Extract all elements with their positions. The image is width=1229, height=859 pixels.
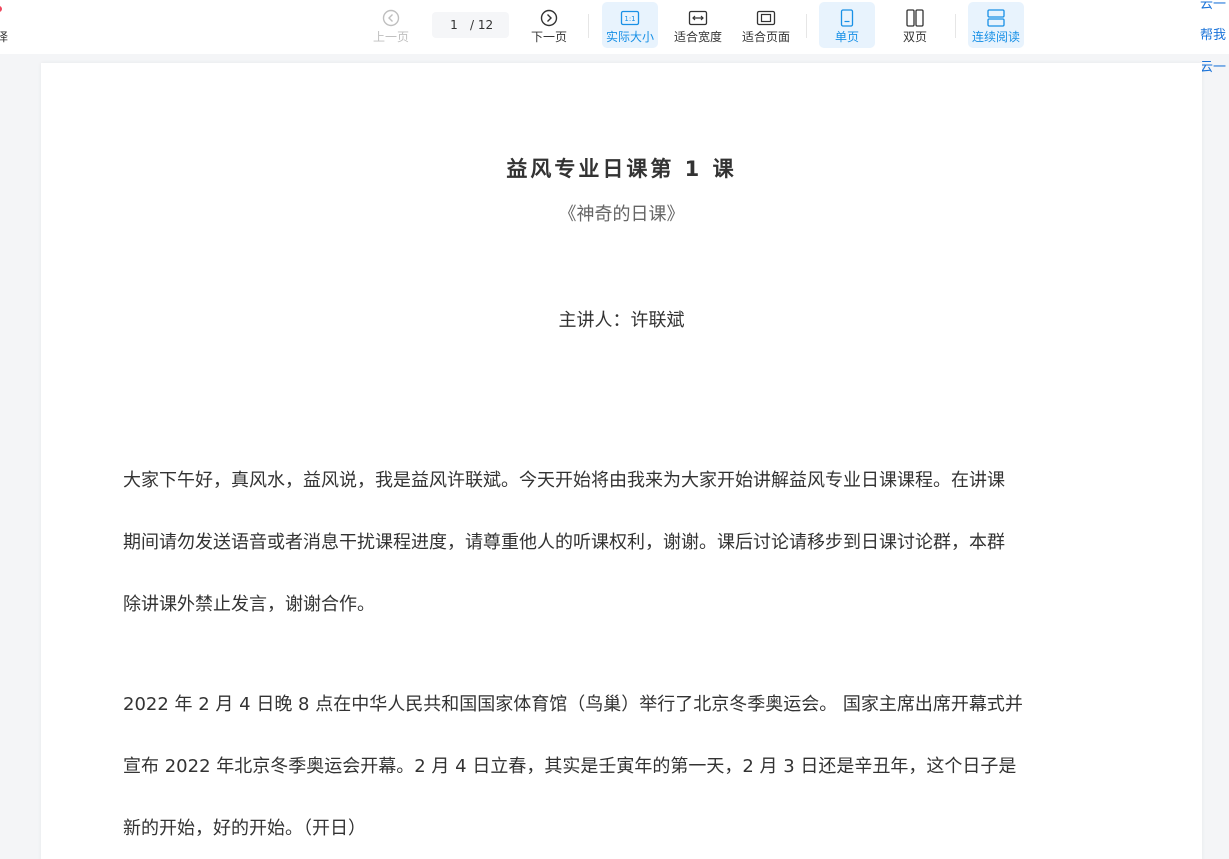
page-total: / 12 xyxy=(470,18,494,32)
toolbar-divider xyxy=(806,14,807,38)
single-page-label: 单页 xyxy=(834,30,859,44)
next-page-label: 下一页 xyxy=(530,30,567,44)
page-number-input[interactable]: 1 xyxy=(432,18,468,32)
paragraph-olympics: 2022 年 2 月 4 日晚 8 点在中华人民共和国国家体育馆（鸟巢）举行了北… xyxy=(123,674,1123,859)
paragraph-line: 除讲课外禁止发言，谢谢合作。 xyxy=(123,594,375,615)
single-page-button[interactable]: 单页 xyxy=(819,2,875,48)
document-page: 益风专业日课第 1 课 《神奇的日课》 主讲人：许联斌 大家下午好，真风水，益风… xyxy=(41,63,1202,859)
fit-width-icon xyxy=(688,10,708,26)
page-indicator: 1 / 12 xyxy=(432,12,509,38)
fit-page-button[interactable]: 适合页面 xyxy=(738,2,794,48)
toolbar-divider xyxy=(955,14,956,38)
continuous-scroll-icon xyxy=(987,9,1005,27)
left-stub-label: 译 xyxy=(0,30,9,44)
double-page-icon xyxy=(906,9,924,27)
paragraph-line: 新的开始，好的开始。（开日） xyxy=(123,818,366,839)
continuous-reading-label: 连续阅读 xyxy=(971,30,1020,44)
paragraph-intro: 大家下午好，真风水，益风说，我是益风许联斌。今天开始将由我来为大家开始讲解益风专… xyxy=(123,450,1123,636)
viewer-toolbar: 译 上一页 1 / 12 下一页 1:1 实际大小 适合宽度 适合页面 单页 双… xyxy=(0,0,1229,54)
actual-size-icon: 1:1 xyxy=(620,10,640,26)
fit-width-label: 适合宽度 xyxy=(673,30,722,44)
fit-page-icon xyxy=(756,10,776,26)
prev-page-label: 上一页 xyxy=(372,30,409,44)
fit-width-button[interactable]: 适合宽度 xyxy=(670,2,726,48)
right-side-links: 云一 帮我 云一 xyxy=(1200,0,1229,80)
paragraph-line: 2022 年 2 月 4 日晚 8 点在中华人民共和国国家体育馆（鸟巢）举行了北… xyxy=(123,694,1023,715)
continuous-reading-button[interactable]: 连续阅读 xyxy=(968,2,1024,48)
right-link[interactable]: 帮我 xyxy=(1200,24,1226,43)
fit-page-label: 适合页面 xyxy=(741,30,790,44)
double-page-button[interactable]: 双页 xyxy=(887,2,943,48)
notification-dot xyxy=(0,6,2,12)
chevron-right-circle-icon xyxy=(540,9,558,27)
right-link[interactable]: 云一 xyxy=(1200,56,1226,75)
paragraph-line: 期间请勿发送语音或者消息干扰课程进度，请尊重他人的听课权利，谢谢。课后讨论请移步… xyxy=(123,532,1005,553)
document-subtitle: 《神奇的日课》 xyxy=(558,204,685,225)
paragraph-line: 宣布 2022 年北京冬季奥运会开幕。2 月 4 日立春，其实是壬寅年的第一天，… xyxy=(123,756,1017,777)
double-page-label: 双页 xyxy=(902,30,927,44)
paragraph-line: 大家下午好，真风水，益风说，我是益风许联斌。今天开始将由我来为大家开始讲解益风专… xyxy=(123,470,1005,491)
right-link[interactable]: 云一 xyxy=(1200,0,1226,12)
actual-size-icon-text: 1:1 xyxy=(624,15,635,23)
document-title: 益风专业日课第 1 课 xyxy=(506,157,737,181)
next-page-button[interactable]: 下一页 xyxy=(529,2,569,48)
single-page-icon xyxy=(840,9,854,27)
chevron-left-circle-icon xyxy=(382,9,400,27)
actual-size-button[interactable]: 1:1 实际大小 xyxy=(602,2,658,48)
actual-size-label: 实际大小 xyxy=(605,30,654,44)
document-speaker: 主讲人：许联斌 xyxy=(558,310,685,331)
prev-page-button[interactable]: 上一页 xyxy=(371,2,411,48)
toolbar-divider xyxy=(588,14,589,38)
left-panel-stub[interactable]: 译 xyxy=(0,0,16,54)
